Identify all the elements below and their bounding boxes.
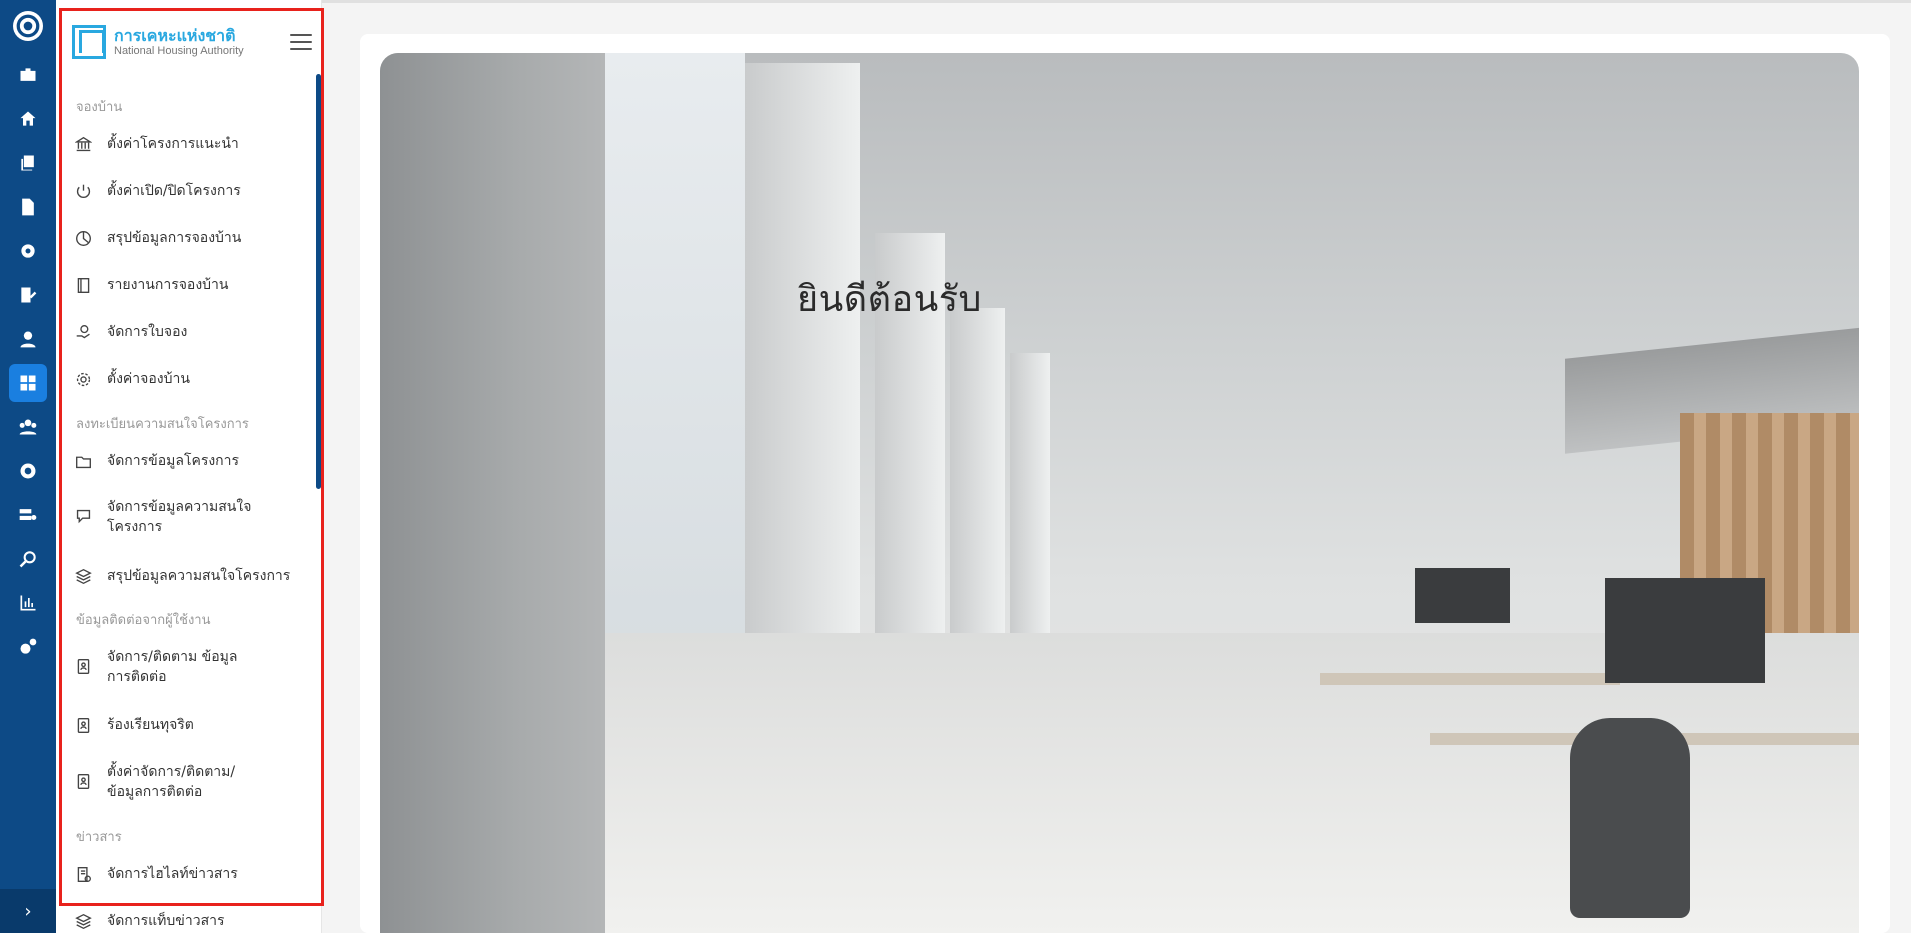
brand-logo[interactable]: การเคหะแห่งชาติ National Housing Authori… <box>72 22 244 62</box>
contact-card-icon <box>74 772 92 790</box>
hand-money-icon <box>74 323 92 341</box>
gear-badge-icon[interactable] <box>9 232 47 270</box>
menu-item-manage-projects[interactable]: จัดการข้อมูลโครงการ <box>74 451 294 471</box>
menu-item-contact-settings[interactable]: ตั้งค่าจัดการ/ติดตาม/ข้อมูลการติดต่อ <box>74 762 294 802</box>
menu-item-news-tabs[interactable]: จัดการแท็บข่าวสาร <box>74 911 294 931</box>
news-settings-icon <box>74 865 92 883</box>
section-title: ลงทะเบียนความสนใจโครงการ <box>76 417 249 432</box>
section-title: ข่าวสาร <box>76 830 122 845</box>
cogs-icon[interactable] <box>9 628 47 666</box>
nha-logo-icon <box>72 25 106 59</box>
team-icon[interactable] <box>9 408 47 446</box>
welcome-heading: ยินดีต้อนรับ <box>797 279 982 320</box>
menu-item-manage-contacts[interactable]: จัดการ/ติดตาม ข้อมูลการติดต่อ <box>74 647 294 687</box>
menu-item-manage-interest[interactable]: จัดการข้อมูลความสนใจโครงการ <box>74 497 294 537</box>
side-menu: การเคหะแห่งชาติ National Housing Authori… <box>56 0 322 933</box>
user-icon[interactable] <box>9 320 47 358</box>
menu-item-booking-summary[interactable]: สรุปข้อมูลการจองบ้าน <box>74 228 294 248</box>
logo-icon[interactable] <box>13 11 43 41</box>
power-icon <box>74 182 92 200</box>
menu-item-open-close-project[interactable]: ตั้งค่าเปิด/ปิดโครงการ <box>74 181 294 201</box>
file-icon[interactable] <box>9 188 47 226</box>
menu-item-interest-summary[interactable]: สรุปข้อมูลความสนใจโครงการ <box>74 566 294 586</box>
menu-item-recommended-projects[interactable]: ตั้งค่าโครงการแนะนำ <box>74 134 294 154</box>
menu-item-manage-bookings[interactable]: จัดการใบจอง <box>74 322 294 342</box>
welcome-hero-image <box>380 53 1859 933</box>
briefcase-icon[interactable] <box>9 56 47 94</box>
settings-circle-icon[interactable] <box>9 452 47 490</box>
section-title: จองบ้าน <box>76 100 123 115</box>
bar-chart-icon[interactable] <box>9 584 47 622</box>
menu-item-news-highlights[interactable]: จัดการไฮไลท์ข่าวสาร <box>74 864 294 884</box>
layers-icon <box>74 912 92 930</box>
menu-item-booking-report[interactable]: รายงานการจองบ้าน <box>74 275 294 295</box>
search-icon[interactable] <box>9 540 47 578</box>
brand-name-th: การเคหะแห่งชาติ <box>114 26 236 46</box>
home-icon[interactable] <box>9 100 47 138</box>
section-title: ข้อมูลติดต่อจากผู้ใช้งาน <box>76 613 211 628</box>
server-settings-icon[interactable] <box>9 496 47 534</box>
comment-icon <box>74 507 92 525</box>
bank-icon <box>74 135 92 153</box>
top-border <box>56 0 1911 3</box>
menu-item-booking-settings[interactable]: ตั้งค่าจองบ้าน <box>74 369 294 389</box>
icon-rail: › <box>0 0 56 933</box>
brand-name-en: National Housing Authority <box>114 44 244 57</box>
hamburger-menu-icon[interactable] <box>290 34 312 50</box>
contact-card-icon <box>74 716 92 734</box>
copy-icon[interactable] <box>9 144 47 182</box>
contact-card-icon <box>74 657 92 675</box>
pie-chart-icon <box>74 229 92 247</box>
folder-icon <box>74 452 92 470</box>
edit-list-icon[interactable] <box>9 276 47 314</box>
layers-icon <box>74 567 92 585</box>
menu-scrollbar[interactable] <box>316 74 321 489</box>
gear-icon <box>74 370 92 388</box>
dashboard-icon[interactable] <box>9 364 47 402</box>
book-icon <box>74 276 92 294</box>
menu-item-corruption-complaint[interactable]: ร้องเรียนทุจริต <box>74 715 294 735</box>
expand-rail-button[interactable]: › <box>0 889 56 933</box>
